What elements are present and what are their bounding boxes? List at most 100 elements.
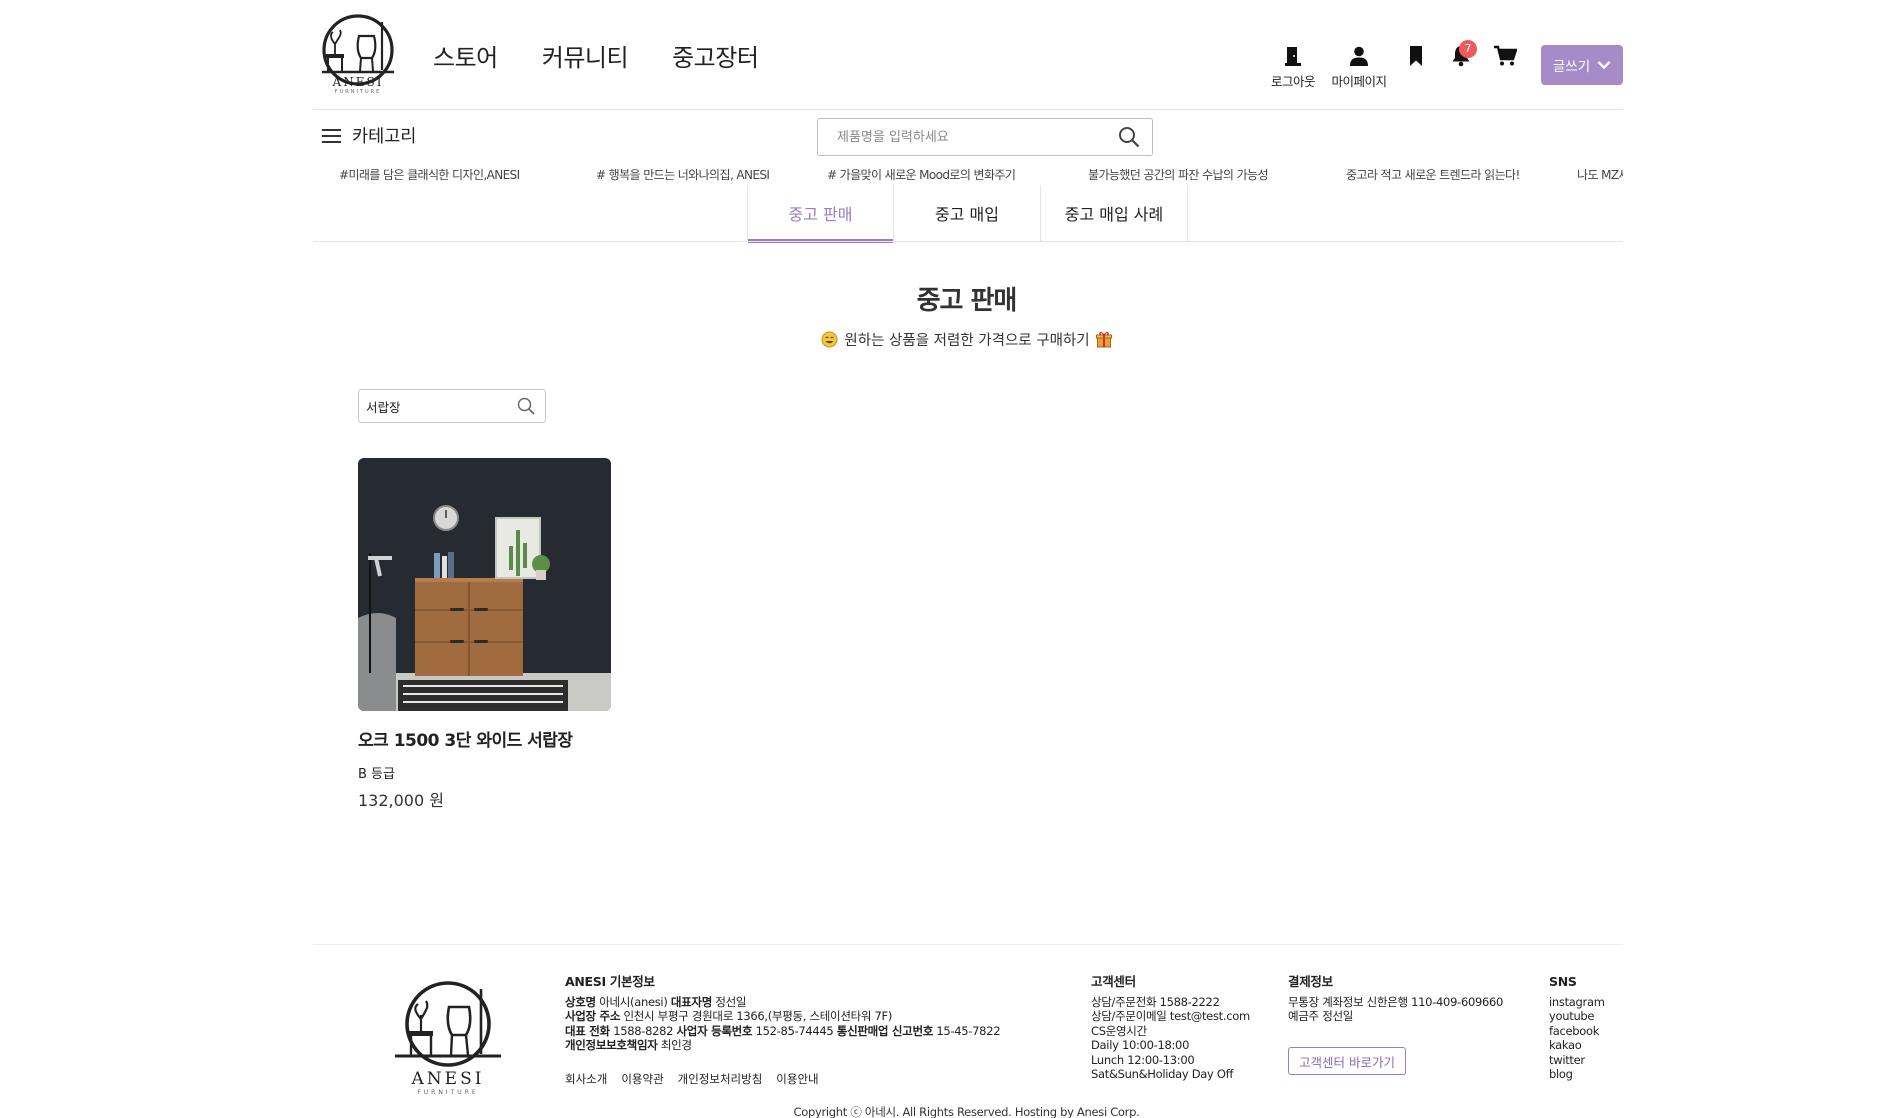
product-card[interactable]: 오크 1500 3단 와이드 서랍장 B 등급 132,000 원: [358, 458, 611, 811]
smiley-emoji-icon: [821, 331, 838, 348]
mail-order-label: 통신판매업 신고번호: [836, 1023, 934, 1038]
bookmark-button[interactable]: [1404, 45, 1428, 67]
cs-line: 상담/주문전화 1588-2222: [1091, 994, 1220, 1009]
gift-emoji-icon: [1095, 332, 1112, 348]
footer-brand-tagline: FURNITURE: [417, 1089, 479, 1096]
footer-info-title: ANESI 기본정보: [565, 974, 655, 989]
pay-line: 무통장 계좌정보 신한은행 110-409-609660: [1288, 994, 1504, 1009]
brand-tagline: FURNITURE: [334, 89, 382, 95]
logout-door-icon: [1285, 47, 1301, 66]
logout-label: 로그아웃: [1270, 74, 1316, 89]
used-market-tabs: 중고 판매 중고 매입 중고 매입 사례: [747, 185, 1188, 243]
ceo-label: 대표자명: [670, 994, 712, 1009]
footer-sns: SNS instagram youtube facebook kakao twi…: [1549, 974, 1629, 1082]
footer-link-terms[interactable]: 이용약관: [621, 1071, 663, 1087]
footer-company-info: ANESI 기본정보 상호명 아네시(anesi) 대표자명 정선일 사업장 주…: [565, 974, 1035, 1053]
phone-label: 대표 전화: [565, 1023, 610, 1038]
header-divider: [313, 109, 1623, 110]
product-image[interactable]: [358, 458, 611, 711]
chevron-down-icon: [1597, 61, 1611, 70]
tab-used-purchase[interactable]: 중고 매입: [894, 185, 1041, 241]
tab-purchase-cases[interactable]: 중고 매입 사례: [1041, 185, 1188, 241]
write-label: 글쓰기: [1552, 59, 1591, 75]
footer-logo: ANESI FURNITURE: [393, 979, 503, 1096]
product-search-box: [817, 118, 1153, 156]
chair-logo-icon: [395, 981, 501, 1067]
hashtag-item[interactable]: 불가능했던 공간의 파잔 수납의 가능성: [1088, 166, 1269, 183]
page-title: 중고 판매: [916, 286, 1018, 316]
footer-payment-info: 결제정보 무통장 계좌정보 신한은행 110-409-609660 예금주 정선…: [1288, 974, 1528, 1024]
bizno-label: 사업자 등록번호: [676, 1023, 753, 1038]
product-grade: B 등급: [358, 767, 395, 782]
hashtag-item[interactable]: 나도 MZ세: [1577, 166, 1623, 183]
cs-line: CS운영시간: [1091, 1023, 1147, 1038]
copyright: Copyright ⓒ 아네시. All Rights Reserved. Ho…: [793, 1105, 1140, 1118]
tab-used-sale[interactable]: 중고 판매: [747, 185, 894, 243]
bookmark-icon: [1410, 46, 1422, 66]
hamburger-icon: [322, 128, 341, 143]
search-icon[interactable]: [1118, 126, 1140, 148]
sns-link-youtube[interactable]: youtube: [1549, 1009, 1595, 1023]
product-name[interactable]: 오크 1500 3단 와이드 서랍장: [358, 726, 611, 751]
pay-line: 예금주 정선일: [1288, 1009, 1354, 1023]
user-icon: [1350, 46, 1368, 66]
footer-links: 회사소개 이용약관 개인정보처리방침 이용안내: [565, 1071, 819, 1087]
brand-name: ANESI: [332, 75, 384, 89]
sns-link-kakao[interactable]: kakao: [1549, 1038, 1582, 1052]
ceo-value: 정선일: [715, 994, 747, 1009]
cs-line: Lunch 12:00-13:00: [1091, 1052, 1195, 1067]
mail-order-value: 15-45-7822: [936, 1023, 1001, 1038]
phone-value: 1588-8282: [613, 1023, 674, 1038]
footer-link-privacy[interactable]: 개인정보처리방침: [678, 1071, 763, 1087]
logout-button[interactable]: 로그아웃: [1266, 45, 1320, 90]
used-search-box: [358, 389, 546, 423]
notification-badge: 7: [1459, 40, 1477, 58]
drawer-photo-icon: [358, 458, 611, 711]
category-menu-button[interactable]: 카테고리: [322, 123, 416, 148]
used-search-input[interactable]: [366, 398, 517, 414]
cs-line: Daily 10:00-18:00: [1091, 1038, 1190, 1052]
address-value: 인천시 부평구 경원대로 1366,(부평동, 스테이션타워 7F): [623, 1009, 893, 1023]
privacy-officer-value: 최인경: [660, 1038, 692, 1052]
hashtag-item[interactable]: #미래를 담은 클래식한 디자인,ANESI: [339, 166, 520, 183]
sns-link-facebook[interactable]: facebook: [1549, 1024, 1599, 1038]
tabs-divider: [313, 241, 1623, 242]
write-dropdown-button[interactable]: 글쓰기: [1541, 45, 1623, 85]
nav-store[interactable]: 스토어: [433, 38, 498, 73]
hashtag-item[interactable]: # 가을맞이 새로운 Mood로의 변화주기: [827, 166, 1016, 183]
cs-line: 상담/주문이메일 test@test.com: [1091, 1009, 1250, 1023]
main-nav: 스토어 커뮤니티 중고장터: [433, 38, 759, 73]
mypage-button[interactable]: 마이페이지: [1326, 45, 1392, 90]
address-label: 사업장 주소: [565, 1009, 621, 1023]
hashtag-item[interactable]: 중고라 적고 새로운 트렌드라 읽는다!: [1346, 166, 1520, 183]
page-subtitle-text: 원하는 상품을 저렴한 가격으로 구매하기: [844, 333, 1090, 349]
product-search-input[interactable]: [837, 129, 1118, 145]
nav-community[interactable]: 커뮤니티: [542, 38, 629, 73]
hashtag-item[interactable]: # 행복을 만드는 너와나의집, ANESI: [596, 166, 770, 183]
footer-link-guide[interactable]: 이용안내: [776, 1071, 818, 1087]
search-icon[interactable]: [517, 397, 535, 415]
cart-button[interactable]: [1492, 45, 1518, 67]
customer-center-button[interactable]: 고객센터 바로가기: [1288, 1047, 1406, 1075]
page-subtitle: 원하는 상품을 저렴한 가격으로 구매하기: [0, 329, 1903, 350]
cs-line: Sat&Sun&Holiday Day Off: [1091, 1067, 1234, 1081]
company-value: 아네시(anesi): [599, 994, 668, 1009]
footer-sns-title: SNS: [1549, 974, 1577, 989]
nav-used-market[interactable]: 중고장터: [672, 38, 759, 73]
footer-link-about[interactable]: 회사소개: [565, 1071, 607, 1087]
brand-logo[interactable]: ANESI FURNITURE: [318, 14, 398, 96]
product-price: 132,000 원: [358, 791, 444, 810]
footer-pay-title: 결제정보: [1288, 974, 1333, 989]
footer-cs-title: 고객센터: [1091, 974, 1136, 989]
footer-customer-center: 고객센터 상담/주문전화 1588-2222 상담/주문이메일 test@tes…: [1091, 974, 1261, 1082]
privacy-officer-label: 개인정보보호책임자: [565, 1038, 658, 1052]
bizno-value: 152-85-74445: [755, 1023, 834, 1038]
category-label: 카테고리: [352, 127, 417, 147]
sns-link-instagram[interactable]: instagram: [1549, 995, 1605, 1009]
company-label: 상호명: [565, 994, 596, 1009]
hashtag-marquee: #미래를 담은 클래식한 디자인,ANESI # 행복을 만드는 너와나의집, …: [313, 163, 1623, 185]
footer-divider: [313, 944, 1623, 945]
sns-link-blog[interactable]: blog: [1549, 1067, 1573, 1081]
footer-brand-name: ANESI: [411, 1069, 485, 1089]
sns-link-twitter[interactable]: twitter: [1549, 1053, 1585, 1067]
